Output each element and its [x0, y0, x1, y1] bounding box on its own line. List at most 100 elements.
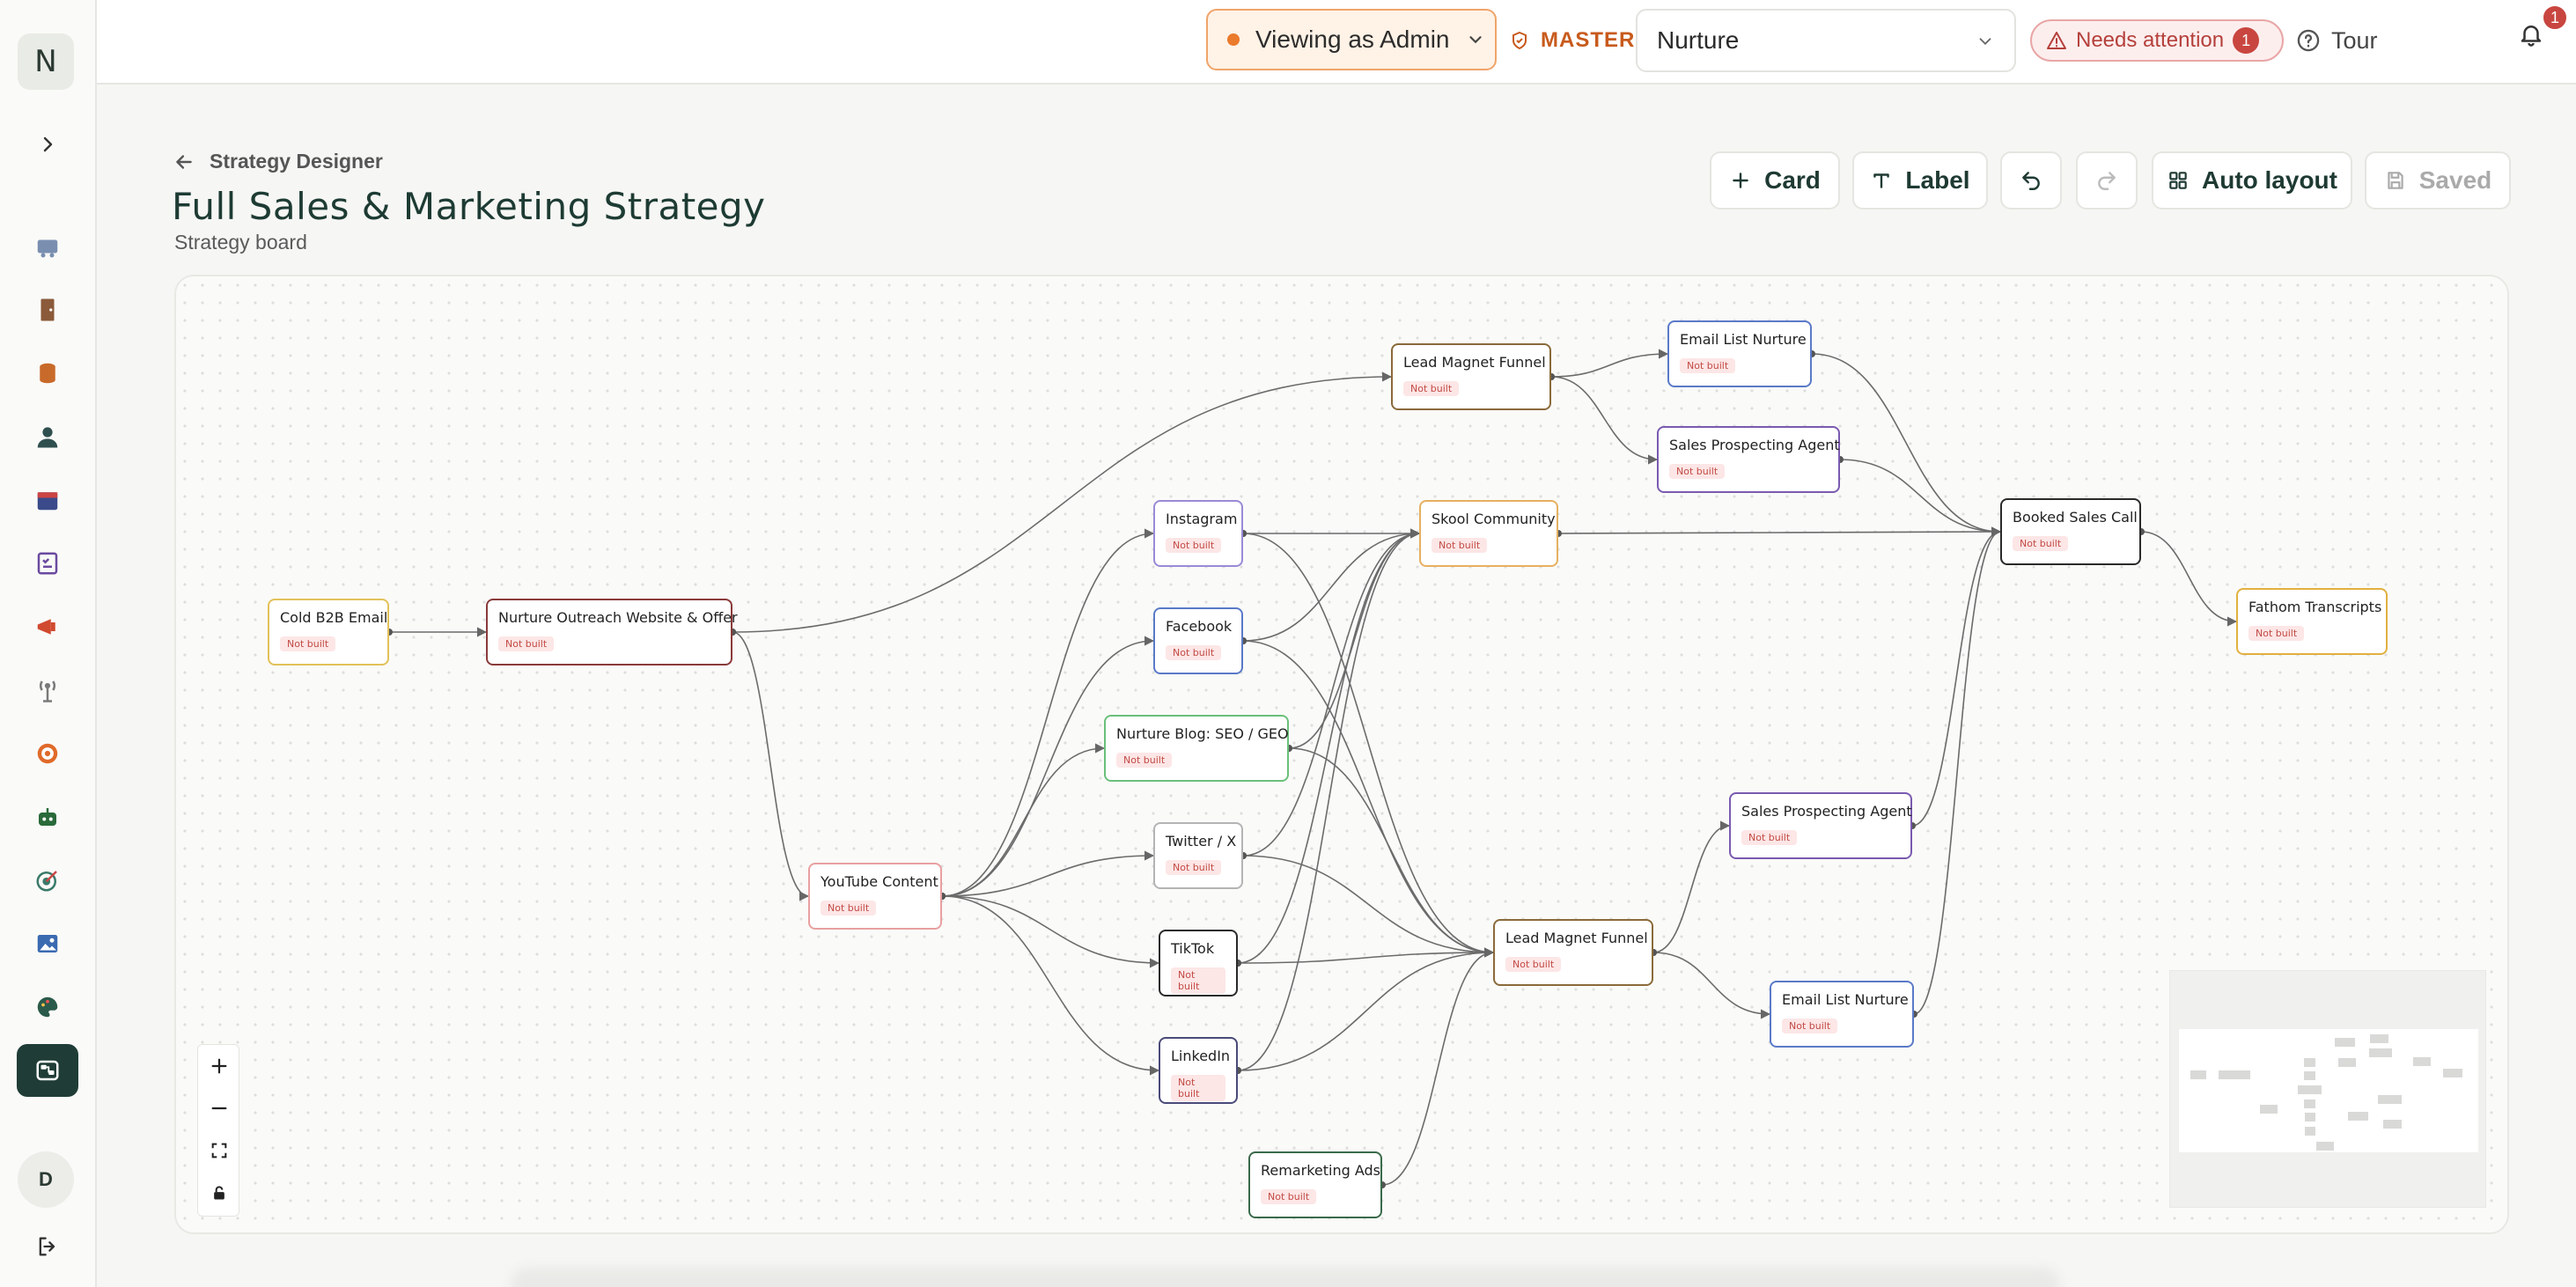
chevron-right-icon [43, 136, 53, 152]
edge-tt-to-lmf2[interactable] [1237, 947, 1495, 964]
strategy-board-canvas[interactable]: Cold B2B Email Not built Nurture Outreach … [174, 275, 2509, 1234]
card-title: Cold B2B Email [280, 609, 388, 626]
sidebar-item-checklist[interactable] [17, 537, 78, 590]
sidebar-item-dart[interactable] [17, 854, 78, 907]
help-circle-icon [2297, 29, 2320, 52]
zoom-controls [197, 1044, 239, 1217]
sidebar-item-database[interactable] [17, 347, 78, 400]
card-title: Skool Community [1432, 511, 1556, 527]
workspace-logo[interactable]: N [18, 33, 74, 90]
status-badge: Not built [2013, 536, 2069, 551]
sidebar-item-image[interactable] [17, 917, 78, 970]
sidebar-item-megaphone[interactable] [17, 600, 78, 653]
strategy-card-blog[interactable]: Nurture Blog: SEO / GEO Not built [1104, 715, 1289, 782]
strategy-card-spa2[interactable]: Sales Prospecting Agent Not built [1729, 792, 1912, 859]
edge-spa1-to-bsc[interactable] [1839, 459, 2002, 537]
breadcrumb: Strategy Designer [210, 150, 383, 173]
strategy-card-cold[interactable]: Cold B2B Email Not built [268, 599, 389, 666]
card-title: Sales Prospecting Agent [1741, 803, 1912, 820]
edge-yt-to-tw[interactable] [941, 850, 1155, 897]
card-title: Nurture Outreach Website & Offer [498, 609, 738, 626]
strategy-card-fathom[interactable]: Fathom Transcripts Not built [2236, 588, 2388, 655]
back-to-strategy-designer-link[interactable]: Strategy Designer [173, 150, 383, 173]
strategy-card-eln2[interactable]: Email List Nurture Not built [1770, 981, 1914, 1048]
workspace-select[interactable]: Nurture [1636, 9, 2016, 72]
sidebar-item-antenna[interactable] [17, 664, 78, 717]
edge-li-to-skool[interactable] [1237, 528, 1421, 1071]
add-card-button[interactable]: Card [1710, 151, 1840, 210]
page-subtitle: Strategy board [174, 231, 307, 254]
edge-li-to-lmf2[interactable] [1237, 947, 1495, 1071]
undo-button[interactable] [2000, 151, 2062, 210]
strategy-card-ig[interactable]: Instagram Not built [1153, 500, 1243, 567]
edge-fb-to-skool[interactable] [1242, 528, 1421, 642]
sidebar-item-target[interactable] [17, 727, 78, 780]
viewing-as-dropdown[interactable]: Viewing as Admin [1206, 9, 1497, 70]
strategy-card-ads[interactable]: Remarketing Ads Not built [1248, 1151, 1382, 1218]
edge-eln2-to-bsc[interactable] [1913, 526, 2002, 1015]
minimap[interactable] [2169, 970, 2486, 1208]
strategy-card-lmf2[interactable]: Lead Magnet Funnel Not built [1493, 919, 1653, 986]
edge-yt-to-li[interactable] [941, 895, 1160, 1076]
edge-tw-to-skool[interactable] [1242, 528, 1421, 857]
edge-fb-to-lmf2[interactable] [1242, 640, 1495, 958]
dart-icon [36, 871, 57, 892]
needs-attention-button[interactable]: Needs attention 1 [2030, 19, 2284, 62]
lock-icon [214, 1186, 224, 1200]
edge-yt-to-tt[interactable] [941, 895, 1160, 968]
edge-bsc-to-fathom[interactable] [2140, 531, 2238, 627]
palette-icon [37, 997, 58, 1018]
edge-lmf2-to-eln2[interactable] [1652, 952, 1771, 1019]
strategy-card-bsc[interactable]: Booked Sales Call Not built [2000, 498, 2141, 565]
auto-layout-button[interactable]: Auto layout [2152, 151, 2352, 210]
edge-ads-to-lmf2[interactable] [1381, 947, 1495, 1186]
fit-view-icon [211, 1143, 227, 1158]
edge-nowo-to-lmf1[interactable] [732, 371, 1393, 633]
sidebar-item-calendar[interactable] [17, 474, 78, 526]
sidebar-item-cart[interactable] [17, 220, 78, 273]
edge-nowo-to-yt[interactable] [732, 631, 810, 901]
zoom-out-button[interactable] [198, 1087, 240, 1129]
edge-yt-to-blog[interactable] [941, 743, 1106, 897]
sidebar-item-person[interactable] [17, 410, 78, 463]
fit-view-button[interactable] [198, 1129, 240, 1172]
sidebar-item-door[interactable] [17, 283, 78, 336]
strategy-card-fb[interactable]: Facebook Not built [1153, 607, 1243, 674]
edge-lmf2-to-spa2[interactable] [1652, 820, 1731, 953]
user-avatar[interactable]: D [18, 1151, 74, 1208]
strategy-card-lmf1[interactable]: Lead Magnet Funnel Not built [1391, 343, 1551, 410]
lock-button[interactable] [198, 1172, 240, 1214]
strategy-card-skool[interactable]: Skool Community Not built [1419, 500, 1558, 567]
strategy-card-spa1[interactable]: Sales Prospecting Agent Not built [1657, 426, 1840, 493]
edge-skool-to-bsc[interactable] [1557, 526, 2002, 537]
edge-lmf1-to-spa1[interactable] [1550, 376, 1659, 465]
edge-eln1-to-bsc[interactable] [1811, 353, 2002, 537]
sidebar-item-palette[interactable] [17, 981, 78, 1033]
person-icon [37, 427, 58, 448]
zoom-in-button[interactable] [198, 1045, 240, 1087]
tour-button[interactable]: Tour [2296, 21, 2378, 60]
notifications-button[interactable]: 1 [2518, 4, 2569, 52]
minimap-node [2304, 1057, 2316, 1067]
saved-button[interactable]: Saved [2365, 151, 2511, 210]
minus-icon [211, 1107, 227, 1110]
strategy-card-tw[interactable]: Twitter / X Not built [1153, 822, 1243, 889]
redo-button[interactable] [2076, 151, 2138, 210]
strategy-card-eln1[interactable]: Email List Nurture Not built [1667, 320, 1812, 387]
strategy-card-tt[interactable]: TikTok Not built [1159, 930, 1238, 997]
add-label-button[interactable]: Label [1852, 151, 1988, 210]
strategy-card-yt[interactable]: YouTube Content Not built [808, 863, 942, 930]
sidebar-item-robot[interactable] [17, 791, 78, 843]
logout-button[interactable] [17, 1220, 78, 1273]
card-title: Booked Sales Call [2013, 509, 2138, 526]
minimap-node [2304, 1099, 2316, 1108]
strategy-card-li[interactable]: LinkedIn Not built [1159, 1037, 1238, 1104]
status-badge: Not built [2248, 626, 2305, 641]
sidebar-item-strategy-board[interactable] [17, 1044, 78, 1097]
app-root: N D Viewing as Admin MASTER Nurture Need… [0, 0, 2576, 1287]
strategy-card-nowo[interactable]: Nurture Outreach Website & Offer Not buil… [486, 599, 738, 666]
expand-sidebar-button[interactable] [17, 118, 78, 171]
edge-lmf1-to-eln1[interactable] [1550, 349, 1669, 378]
status-badge: Not built [1741, 830, 1798, 845]
edge-blog-to-skool[interactable] [1288, 528, 1421, 749]
